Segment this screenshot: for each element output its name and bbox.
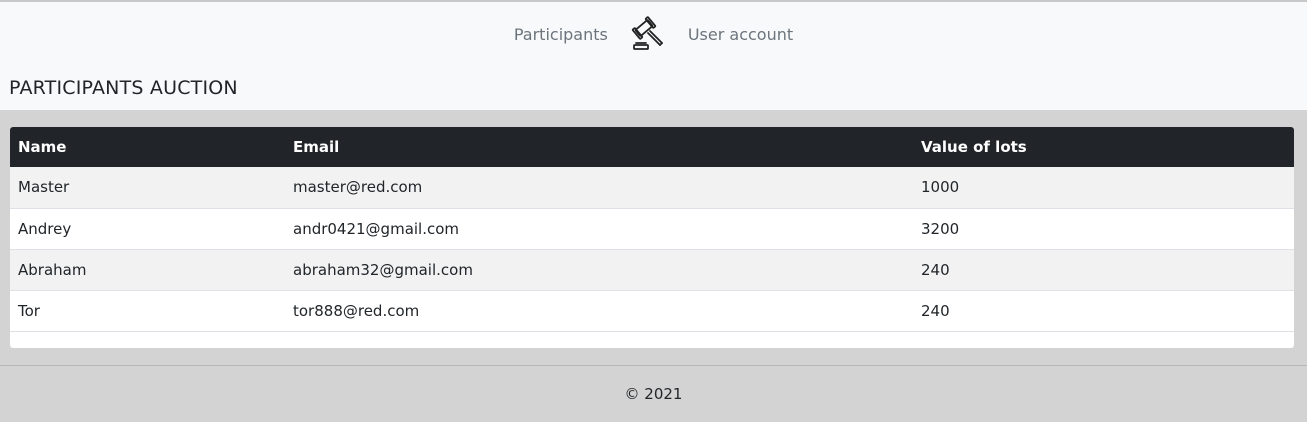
top-header: Participants User account PARTICIPANTS A… [0,0,1307,110]
table-header-row: Name Email Value of lots [10,127,1294,167]
participants-table-card: Name Email Value of lots Master master@r… [10,127,1294,348]
cell-name: Master [18,178,70,197]
cell-value: 3200 [921,219,960,238]
cell-email: tor888@red.com [293,301,420,320]
page-footer: © 2021 [0,365,1307,420]
cell-email: master@red.com [293,178,423,197]
cell-name: Tor [18,301,40,320]
copyright-text: © 2021 [624,385,683,403]
cell-email: abraham32@gmail.com [293,260,473,279]
nav-user-account-link[interactable]: User account [688,25,793,44]
table-row: Andrey andr0421@gmail.com 3200 [10,208,1294,249]
nav-participants-link[interactable]: Participants [514,25,608,44]
header-value-of-lots: Value of lots [921,138,1027,156]
main-nav: Participants User account [0,16,1307,52]
participants-table: Name Email Value of lots Master master@r… [10,127,1294,332]
cell-name: Andrey [18,219,72,238]
table-row: Master master@red.com 1000 [10,167,1294,208]
cell-value: 240 [921,301,950,320]
cell-name: Abraham [18,260,87,279]
table-row: Tor tor888@red.com 240 [10,290,1294,331]
header-name: Name [18,138,67,156]
cell-value: 1000 [921,178,960,197]
cell-value: 240 [921,260,950,279]
page-title: PARTICIPANTS AUCTION [9,77,238,99]
header-email: Email [293,138,340,156]
table-row: Abraham abraham32@gmail.com 240 [10,249,1294,290]
cell-email: andr0421@gmail.com [293,219,460,238]
gavel-icon[interactable] [630,16,666,52]
